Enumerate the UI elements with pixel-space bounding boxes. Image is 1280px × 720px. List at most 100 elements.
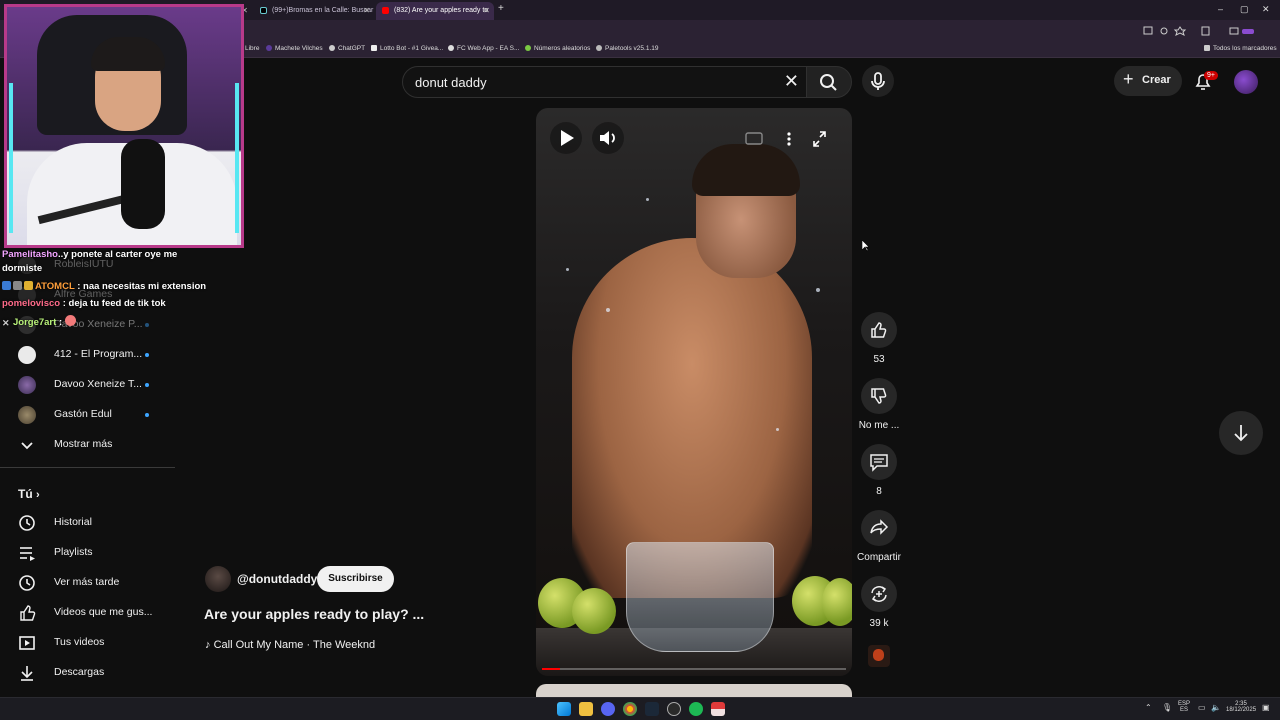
chevron-down-icon (21, 442, 33, 450)
history-icon (19, 515, 35, 531)
language-indicator[interactable]: ESP ES (1178, 701, 1190, 713)
maximize-button[interactable]: ▢ (1240, 4, 1249, 15)
sidebar-item-playlists[interactable]: Playlists (0, 538, 175, 568)
video-progress-bar[interactable] (542, 668, 846, 670)
subscribe-button[interactable]: Suscribirse (317, 566, 394, 592)
tab-title: (832) Are your apples ready to (394, 7, 489, 14)
like-button[interactable]: 53 (856, 312, 902, 365)
voice-search-button[interactable] (862, 65, 894, 97)
microphone-icon (871, 72, 885, 90)
chrome-icon[interactable] (623, 702, 637, 716)
bookmark[interactable]: Machete Vilches (266, 45, 323, 52)
steam-icon[interactable] (645, 702, 659, 716)
sidebar-item-label: Gastón Edul (54, 408, 112, 420)
video-icon (19, 636, 35, 650)
short-video-player[interactable] (536, 108, 852, 676)
tray-chevron-icon[interactable]: ⌃ (1145, 703, 1152, 712)
water-droplet (816, 288, 820, 292)
green-apple (822, 578, 852, 626)
neon-light (235, 83, 239, 233)
next-short-button[interactable] (1219, 411, 1263, 455)
sidebar-item-your-videos[interactable]: Tus videos (0, 628, 175, 658)
badge-icon: ✕ (2, 318, 10, 328)
dislike-button[interactable]: No me ... (856, 378, 902, 431)
volume-tray-icon[interactable]: 🔈 (1211, 703, 1221, 712)
show-more-button[interactable]: Mostrar más (0, 430, 175, 460)
share-button[interactable]: Compartir (856, 510, 902, 563)
extensions-icon (1201, 26, 1210, 36)
channel-avatar[interactable] (205, 566, 231, 592)
search-box[interactable]: donut daddy ✕ (402, 66, 810, 98)
emote-icon (64, 315, 76, 326)
sidebar-item-history[interactable]: Historial (0, 508, 175, 538)
music-link[interactable]: ♪ Call Out My Name · The Weeknd (205, 639, 375, 651)
sidebar-item-liked-videos[interactable]: Videos que me gus... (0, 598, 175, 628)
network-icon[interactable]: ▭ (1198, 703, 1206, 712)
minimize-button[interactable]: – (1218, 4, 1223, 14)
chevron-right-icon: › (36, 489, 40, 501)
video-title[interactable]: Are your apples ready to play? ... (204, 606, 424, 622)
browser-tab[interactable]: (99+)Bromas en la Calle: Buscar ✕ (254, 2, 374, 20)
bookmark[interactable]: Números aleatorios (525, 45, 590, 52)
profile-icon (1242, 29, 1254, 34)
badge-icon (13, 281, 22, 290)
next-short-preview[interactable] (536, 684, 852, 698)
remix-count: 39 k (869, 618, 889, 629)
sidebar-item-downloads[interactable]: Descargas (0, 658, 175, 688)
sidebar-channel-gaston[interactable]: Gastón Edul (0, 400, 175, 430)
sidebar-item-watch-later[interactable]: Ver más tarde (0, 568, 175, 598)
badge-icon (24, 281, 33, 290)
player-controls (745, 131, 826, 147)
remix-button[interactable]: 39 k (856, 576, 902, 629)
video-progress-fill (542, 668, 561, 670)
paletools-icon (596, 45, 602, 51)
search-input[interactable]: donut daddy (415, 75, 487, 90)
close-tab-icon[interactable]: ✕ (363, 6, 370, 15)
live-dot (145, 353, 149, 357)
channel-name[interactable]: @donutdaddy (237, 572, 317, 586)
sound-thumbnail[interactable] (868, 645, 890, 667)
channel-avatar (18, 346, 36, 364)
bookmark[interactable]: Libre (245, 45, 259, 52)
search-button[interactable] (806, 66, 852, 98)
volume-button[interactable] (592, 122, 624, 154)
account-avatar[interactable] (1234, 70, 1258, 94)
remix-icon (871, 586, 887, 602)
video-subject-hair (692, 144, 800, 196)
sidebar-channel-412[interactable]: 412 - El Program... (0, 340, 175, 370)
discord-icon[interactable] (601, 702, 615, 716)
microphone-tray-icon[interactable]: 🎙 (1162, 703, 1172, 712)
windows-start-icon[interactable] (557, 702, 571, 716)
windows-taskbar: ⌃ 🎙 ESP ES ▭ 🔈 2:35 18/12/2025 ▣ (0, 697, 1280, 720)
clock[interactable]: 2:35 18/12/2025 (1226, 701, 1256, 713)
close-tab-icon[interactable]: ✕ (483, 6, 490, 15)
captions-icon[interactable] (745, 132, 763, 145)
sidebar-item-label: Davoo Xeneize T... (54, 378, 142, 390)
you-section-header[interactable]: Tú › (18, 487, 40, 501)
chatgpt-icon (329, 45, 335, 51)
bookmark[interactable]: ChatGPT (329, 45, 365, 52)
share-icon (870, 519, 889, 535)
all-bookmarks[interactable]: Todos los marcadores (1204, 45, 1277, 52)
browser-tab-active[interactable]: (832) Are your apples ready to ✕ (376, 2, 494, 20)
obs-icon[interactable] (667, 702, 681, 716)
comments-button[interactable]: 8 (856, 444, 902, 497)
bookmark[interactable]: Paletools v25.1.19 (596, 45, 658, 52)
ea-icon (448, 45, 454, 51)
spotify-icon[interactable] (689, 702, 703, 716)
sidebar-channel-davoo[interactable]: Davoo Xeneize T... (0, 370, 175, 400)
create-button[interactable]: + Crear (1114, 66, 1182, 96)
play-button[interactable] (550, 122, 582, 154)
bookmark[interactable]: Lotto Bot - #1 Givea... (371, 45, 443, 52)
new-tab-button[interactable]: + (498, 3, 504, 14)
file-explorer-icon[interactable] (579, 702, 593, 716)
tiktok-favicon-icon (260, 7, 267, 14)
bookmark[interactable]: FC Web App - EA S... (448, 45, 519, 52)
app-icon[interactable] (711, 702, 725, 716)
comment-count: 8 (876, 486, 882, 497)
water-droplet (566, 268, 569, 271)
like-count: 53 (873, 354, 885, 365)
clear-search-icon[interactable]: ✕ (784, 71, 799, 92)
notification-center-icon[interactable]: ▣ (1262, 703, 1270, 712)
close-window-button[interactable]: ✕ (1262, 4, 1270, 15)
